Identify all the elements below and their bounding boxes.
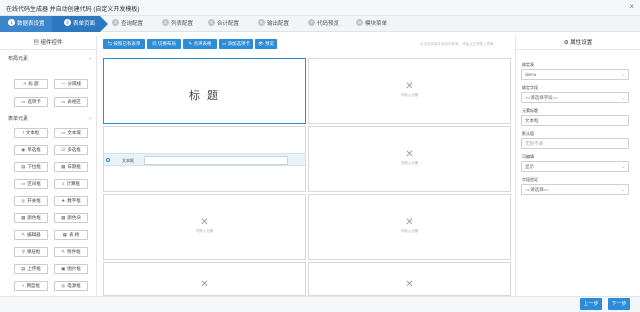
toolbar-hint: 点击选择组件添加到表单，或者从左侧拖入表单	[420, 42, 494, 46]
empty-drop-cell[interactable]: ✕	[103, 262, 306, 296]
wrench-icon: ✕	[405, 81, 414, 92]
right-divider	[515, 36, 516, 296]
chevron-down-icon: ⌄	[621, 164, 625, 169]
component-table[interactable]: ▦ 表 格	[54, 230, 88, 240]
add-tab-button[interactable]: ▭ 添加选项卡	[219, 39, 253, 49]
preview-button[interactable]: 👁 预览	[255, 39, 277, 49]
default-value-input[interactable]: 无则不填	[521, 138, 629, 149]
component-textbox[interactable]: I 文本框	[14, 128, 48, 138]
chevron-down-icon: ⌄	[621, 95, 625, 100]
component-checkbox[interactable]: ☑ 多选框	[54, 145, 88, 155]
select-radio-icon[interactable]	[106, 158, 110, 162]
step-7[interactable]: 7 代码预览	[308, 16, 339, 32]
left-divider	[96, 36, 97, 296]
textbox-element-cell[interactable]: 文本框	[103, 126, 306, 192]
wizard-steps: 1 数据表设置 2 表单页面 3 查询配置 4 列表配置 5 合计配置 6 输出配置 7 代码…	[0, 16, 640, 32]
component-power[interactable]: ◎ 电源框	[54, 281, 88, 291]
component-title[interactable]: A标 题	[14, 79, 48, 89]
step-8[interactable]: 8 模块菜单	[356, 16, 387, 32]
component-calc[interactable]: ≡ 计算框	[54, 179, 88, 189]
component-select[interactable]: ▤ 下拉框	[14, 162, 48, 172]
prop-label-validation: 字段验证	[522, 177, 538, 182]
empty-drop-cell[interactable]: ✕	[308, 262, 511, 296]
prop-label-default: 默认值	[522, 131, 534, 136]
empty-drop-cell[interactable]: ✕ 可拖入元素	[308, 126, 511, 192]
component-radio[interactable]: ◉ 单选框	[14, 145, 48, 155]
wrench-icon: ✕	[405, 217, 414, 228]
empty-drop-cell[interactable]: ✕ 可拖入元素	[103, 194, 306, 260]
window-titlebar: 在线代码生成器 并自动创建代码 (自定义开发模板) ×	[0, 0, 640, 16]
component-editor[interactable]: ✎ 编辑器	[14, 230, 48, 240]
prop-label-table: 绑定表	[522, 62, 534, 67]
element-title-input[interactable]: 文本框	[521, 115, 629, 126]
textbox-field-row[interactable]: 文本框	[104, 153, 305, 166]
component-popup[interactable]: ⚲ 弹层框	[14, 247, 48, 257]
step-2[interactable]: 2 表单页面	[52, 16, 108, 32]
wrench-icon: ✕	[200, 217, 209, 228]
component-image[interactable]: ▣ 图片框	[54, 264, 88, 274]
empty-drop-cell[interactable]: ✕ 可拖入元素	[308, 194, 511, 260]
window-title: 在线代码生成器 并自动创建代码 (自定义开发模板)	[6, 7, 140, 13]
editable-select[interactable]: 显示 ⌄	[521, 161, 629, 172]
component-switch[interactable]: ◎ 开关框	[14, 196, 48, 206]
chevron-down-icon: ⌄	[88, 115, 93, 121]
form-title-text: 标 题	[188, 90, 221, 102]
wrench-icon: ✕	[405, 279, 414, 290]
chevron-down-icon: ⌄	[621, 187, 625, 192]
component-divider[interactable]: — 分隔线	[54, 79, 88, 89]
wrench-icon: ✕	[200, 279, 209, 290]
components-panel-title: ▤ 组件控件	[0, 36, 96, 50]
validation-select[interactable]: ==请选择== ⌄	[521, 184, 629, 195]
component-upload[interactable]: ▤ 上传框	[14, 264, 48, 274]
layout-section-header[interactable]: 布局元素 ⌄	[8, 55, 92, 62]
prop-label-editable: 可编辑	[522, 154, 534, 159]
prop-label-field: 绑定字段	[522, 85, 538, 90]
component-range[interactable]: ▭ 区间框	[14, 179, 48, 189]
bind-field-select[interactable]: ==请选择字段== ⌄	[521, 92, 629, 103]
step-3[interactable]: 3 查询配置	[112, 16, 143, 32]
component-number[interactable]: ★ 数字框	[54, 196, 88, 206]
next-step-button[interactable]: 下一步	[608, 298, 630, 310]
table-button[interactable]: ✎ 点评表格	[183, 39, 217, 49]
component-table-area[interactable]: ▭ 表格区	[54, 97, 88, 107]
component-textarea[interactable]: ▭ 文本域	[54, 128, 88, 138]
component-grid[interactable]: + 网型框	[14, 281, 48, 291]
wrench-icon: ✕	[405, 149, 414, 160]
title-element[interactable]: 标 题	[103, 58, 306, 124]
form-section-header[interactable]: 表单元素 ⌄	[8, 115, 92, 122]
field-label: 文本框	[122, 158, 134, 163]
component-date[interactable]: ▦ 日期框	[54, 162, 88, 172]
prev-step-button[interactable]: 上一步	[580, 298, 602, 310]
step-5[interactable]: 5 合计配置	[208, 16, 239, 32]
empty-drop-cell[interactable]: ✕ 可拖入元素	[308, 58, 511, 124]
chevron-down-icon: ⌄	[621, 72, 625, 77]
component-attachment[interactable]: ✎ 附件框	[54, 247, 88, 257]
bind-table-select[interactable]: demo ⌄	[521, 69, 629, 80]
step-4[interactable]: 4 列表配置	[162, 16, 193, 32]
component-tabs[interactable]: ▭ 选项卡	[14, 97, 48, 107]
chevron-down-icon: ⌄	[88, 55, 93, 61]
prop-label-title: 元素标题	[522, 108, 538, 113]
switch-layout-button[interactable]: ▦ 切换布局	[147, 39, 181, 49]
step-1[interactable]: 1 数据表设置	[0, 16, 60, 32]
footer-bar	[0, 296, 640, 312]
field-input-preview	[144, 156, 288, 165]
step-6[interactable]: 6 输出配置	[258, 16, 289, 32]
use-existing-form-button[interactable]: ⇆ 按照已有表单	[103, 39, 145, 49]
properties-panel-title: ⚙ 属性设置	[516, 36, 640, 50]
component-color-block[interactable]: ▦ 颜色块	[54, 213, 88, 223]
component-color[interactable]: ▦ 颜色框	[14, 213, 48, 223]
close-icon[interactable]: ×	[629, 2, 634, 11]
